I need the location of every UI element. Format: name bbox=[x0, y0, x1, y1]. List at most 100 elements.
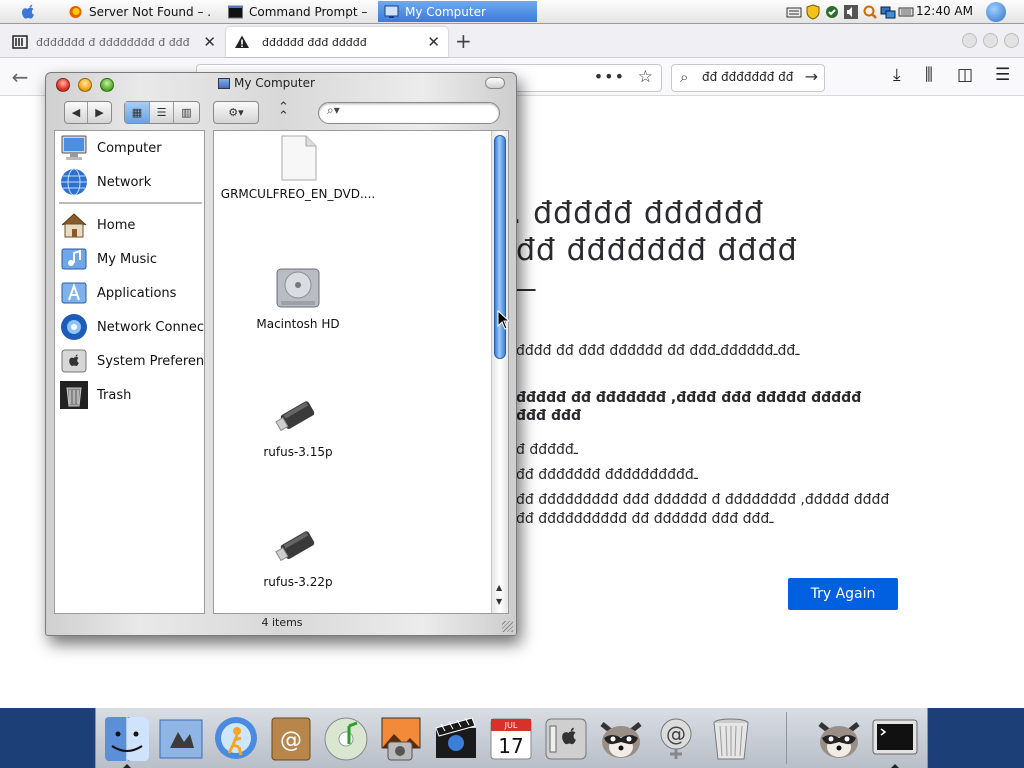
keyboard-icon[interactable] bbox=[786, 4, 802, 20]
taskbar-item-firefox[interactable]: Server Not Found – ... bbox=[62, 1, 210, 22]
view-mode-buttons: ▦ ☰ ▥ bbox=[124, 101, 200, 124]
raccoon-icon[interactable] bbox=[596, 714, 646, 764]
maximize-button[interactable] bbox=[983, 33, 998, 48]
raccoon-icon[interactable] bbox=[814, 714, 864, 764]
apple-menu-icon[interactable] bbox=[18, 2, 38, 22]
back-arrow-icon[interactable]: ◀ bbox=[65, 102, 88, 123]
search-input[interactable]: ⌕ đđ đđđđđđđ đđ → bbox=[671, 64, 825, 92]
browser-tab-bar: đđđđđđđ đ đđđđđđđđ đ đđđ ✕ đđđđđđ đđđ đđ… bbox=[0, 24, 1024, 58]
ichat-icon[interactable] bbox=[211, 714, 261, 764]
sidebar-item-label: System Preferenc bbox=[97, 353, 205, 369]
system-preferences-icon[interactable] bbox=[541, 714, 591, 764]
itunes-icon[interactable] bbox=[321, 714, 371, 764]
finder-sidebar: Computer Network Home My Music Applicati… bbox=[54, 130, 205, 614]
window-title-text: My Computer bbox=[234, 76, 315, 90]
cmd-icon bbox=[228, 5, 243, 18]
sidebar-toggle-icon[interactable]: ◫ bbox=[957, 65, 973, 85]
iphoto-icon[interactable] bbox=[376, 714, 426, 764]
sidebar-item-system-preferences[interactable]: System Preferenc bbox=[55, 345, 205, 377]
downloads-icon[interactable]: ⤓ bbox=[893, 65, 901, 85]
dock-divider bbox=[786, 712, 787, 764]
try-again-button[interactable]: Try Again bbox=[788, 578, 898, 610]
taskbar-item-my-computer[interactable]: My Computer bbox=[378, 1, 537, 22]
imovie-icon[interactable] bbox=[431, 714, 481, 764]
sidebar-item-network[interactable]: Network bbox=[55, 166, 204, 198]
bookmark-star-icon[interactable]: ☆ bbox=[638, 67, 653, 87]
new-tab-button[interactable]: + bbox=[455, 29, 472, 53]
sidebar-item-home[interactable]: Home bbox=[55, 209, 204, 241]
shield-icon[interactable] bbox=[805, 4, 821, 20]
finder-window-icon bbox=[384, 5, 399, 18]
security-icon[interactable] bbox=[824, 4, 840, 20]
document-icon bbox=[281, 135, 317, 181]
column-view-icon[interactable]: ▥ bbox=[174, 102, 199, 123]
scroll-down-arrow[interactable]: ▼ bbox=[496, 597, 502, 606]
file-item[interactable]: rufus-3.22p bbox=[214, 523, 388, 589]
taskbar-item-label: My Computer bbox=[405, 4, 486, 19]
close-window-button[interactable] bbox=[1004, 33, 1019, 48]
mail-at-icon[interactable]: @ bbox=[651, 714, 701, 764]
menu-icon[interactable]: ☰ bbox=[995, 65, 1010, 85]
sidebar-item-computer[interactable]: Computer bbox=[55, 132, 204, 164]
browser-tab-active[interactable]: đđđđđđ đđđ đđđđđ ✕ bbox=[226, 27, 448, 57]
tab-label: đđđđđđđ đ đđđđđđđđ đ đđđ bbox=[36, 35, 190, 49]
mail-icon[interactable] bbox=[156, 714, 206, 764]
volume-icon[interactable] bbox=[843, 4, 859, 20]
network-connections-icon bbox=[61, 314, 87, 340]
browser-tab-library[interactable]: đđđđđđđ đ đđđđđđđđ đ đđđ ✕ bbox=[4, 27, 224, 57]
file-item[interactable]: rufus-3.15p bbox=[214, 393, 388, 459]
sidebar-item-network-connections[interactable]: Network Connec bbox=[55, 311, 205, 343]
search-field[interactable]: ⌕▾ bbox=[318, 102, 500, 124]
file-item[interactable]: GRMCULFREO_EN_DVD.... bbox=[214, 135, 388, 201]
close-button[interactable] bbox=[56, 78, 70, 92]
close-tab-icon[interactable]: ✕ bbox=[427, 33, 440, 51]
toolbar-toggle-button[interactable] bbox=[485, 77, 505, 89]
taskbar-item-command-prompt[interactable]: Command Prompt – ... bbox=[222, 1, 372, 22]
error-bullet-1: đ đđđđđـ bbox=[516, 442, 578, 458]
search-go-icon[interactable]: → bbox=[805, 67, 818, 86]
search-tray-icon[interactable] bbox=[862, 4, 878, 20]
sidebar-item-my-music[interactable]: My Music bbox=[55, 243, 204, 275]
file-item-label: rufus-3.15p bbox=[263, 445, 333, 459]
resize-grip[interactable] bbox=[502, 621, 513, 632]
action-menu-button[interactable]: ⚙▾ bbox=[213, 101, 259, 124]
sidebar-item-trash[interactable]: Trash bbox=[55, 379, 204, 411]
enclosing-folder-icon[interactable]: ⌃ ⌃ bbox=[278, 101, 289, 123]
page-actions-icon[interactable]: ••• bbox=[594, 67, 625, 86]
back-button[interactable]: ← bbox=[6, 64, 34, 92]
taskbar-item-label: Server Not Found – ... bbox=[89, 4, 210, 19]
battery-icon[interactable] bbox=[898, 4, 914, 20]
music-icon bbox=[61, 248, 87, 270]
terminal-icon[interactable] bbox=[870, 714, 920, 764]
clock[interactable]: 12:40 AM bbox=[916, 4, 973, 18]
network-tray-icon[interactable] bbox=[880, 4, 896, 20]
sidebar-item-label: Home bbox=[97, 217, 136, 233]
applications-icon bbox=[61, 282, 87, 304]
hard-drive-icon bbox=[276, 268, 320, 308]
vertical-scrollbar[interactable]: ▲ ▼ bbox=[491, 131, 508, 613]
list-view-icon[interactable]: ☰ bbox=[150, 102, 174, 123]
error-bullet-3b: đđ đđđđđđđđđđ đđ đđđđđđ đđđ đđđـ bbox=[516, 511, 774, 527]
scroll-up-arrow[interactable]: ▲ bbox=[496, 583, 502, 592]
dock-shelf: @ JUL 17 @ bbox=[95, 708, 928, 768]
sidebar-item-label: Network Connec bbox=[97, 319, 205, 335]
usb-drive-icon bbox=[275, 401, 315, 432]
minimize-button[interactable] bbox=[78, 78, 92, 92]
forward-arrow-icon[interactable]: ▶ bbox=[88, 102, 111, 123]
address-book-icon[interactable]: @ bbox=[266, 714, 316, 764]
icon-view-icon[interactable]: ▦ bbox=[125, 102, 150, 123]
sidebar-item-applications[interactable]: Applications bbox=[55, 277, 204, 309]
dock: @ JUL 17 @ bbox=[0, 708, 1024, 768]
zoom-button[interactable] bbox=[100, 78, 114, 92]
spotlight-search-icon[interactable] bbox=[986, 2, 1006, 22]
status-bar: 4 items bbox=[261, 616, 303, 629]
system-preferences-icon bbox=[61, 349, 87, 373]
ical-icon[interactable]: JUL 17 bbox=[486, 714, 536, 764]
minimize-button[interactable] bbox=[962, 33, 977, 48]
library-toolbar-icon[interactable]: ⫼ bbox=[925, 65, 933, 85]
close-tab-icon[interactable]: ✕ bbox=[203, 33, 216, 51]
trash-icon[interactable] bbox=[706, 714, 756, 764]
sidebar-divider bbox=[59, 202, 202, 204]
file-item[interactable]: Macintosh HD bbox=[214, 263, 388, 331]
finder-icon[interactable] bbox=[102, 714, 152, 764]
